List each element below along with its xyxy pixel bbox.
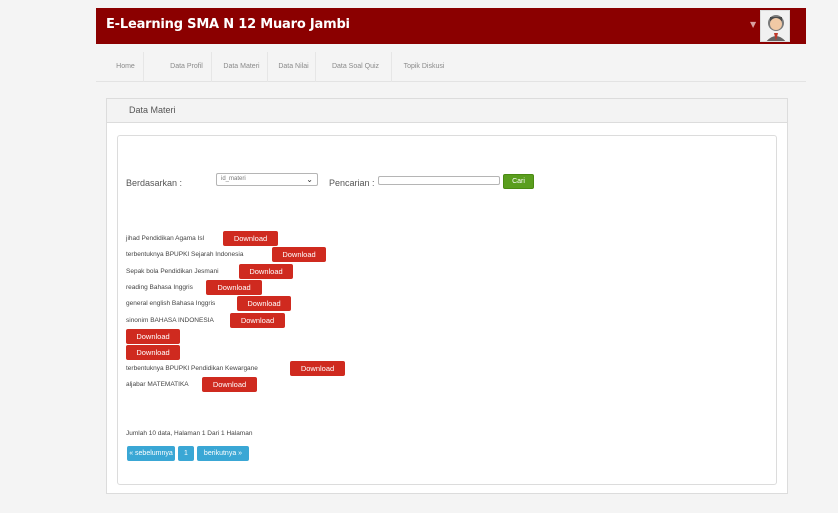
filter-by-label: Berdasarkan : (126, 178, 183, 188)
prev-page-button[interactable]: « sebelumnya (127, 446, 175, 461)
download-button[interactable]: Download (237, 296, 291, 311)
nav-data-materi[interactable]: Data Materi (216, 52, 268, 82)
nav-topik-diskusi[interactable]: Topik Diskusi (396, 52, 452, 82)
download-button[interactable]: Download (202, 377, 257, 392)
download-button[interactable]: Download (290, 361, 345, 376)
download-button[interactable]: Download (206, 280, 262, 295)
app-title[interactable]: E-Learning SMA N 12 Muaro Jambi (106, 17, 350, 32)
nav-data-soal-quiz[interactable]: Data Soal Quiz (320, 52, 392, 82)
data-summary: Jumlah 10 data, Halaman 1 Dari 1 Halaman (126, 430, 253, 437)
top-header: E-Learning SMA N 12 Muaro Jambi ▼ (96, 8, 806, 44)
materi-text: aljabar MATEMATIKA (126, 381, 189, 388)
download-button[interactable]: Download (223, 231, 278, 246)
download-button[interactable]: Download (230, 313, 285, 328)
materi-text: terbentuknya BPUPKI Pendidikan Kewargane (126, 365, 258, 372)
search-label: Pencarian : (329, 178, 375, 188)
main-nav: Home Data Profil Data Materi Data Nilai … (96, 52, 806, 82)
filter-select-value: id_materi (221, 176, 246, 182)
materi-text: reading Bahasa Inggris (126, 284, 193, 291)
download-button[interactable]: Download (126, 329, 180, 344)
nav-home[interactable]: Home (108, 52, 144, 82)
download-button[interactable]: Download (272, 247, 326, 262)
materi-text: Sepak bola Pendidikan Jesmani (126, 268, 219, 275)
download-button[interactable]: Download (126, 345, 180, 360)
materi-text: terbentuknya BPUPKI Sejarah Indonesia (126, 251, 244, 258)
avatar[interactable] (760, 10, 790, 42)
panel-header: Data Materi (107, 99, 787, 123)
chevron-down-icon: ⌄ (306, 175, 313, 184)
nav-data-nilai[interactable]: Data Nilai (272, 52, 316, 82)
nav-data-profil[interactable]: Data Profil (162, 52, 212, 82)
materi-text: general english Bahasa Inggris (126, 300, 216, 307)
search-button[interactable]: Cari (503, 174, 534, 189)
chevron-down-icon[interactable]: ▼ (750, 20, 756, 29)
page-number-button[interactable]: 1 (178, 446, 194, 461)
search-input[interactable] (378, 176, 500, 185)
materi-text: jihad Pendidikan Agama Isl (126, 235, 205, 242)
filter-select[interactable]: id_materi ⌄ (216, 173, 318, 186)
panel-title: Data Materi (129, 105, 176, 115)
materi-text: sinonim BAHASA INDONESIA (126, 317, 214, 324)
next-page-button[interactable]: berikutnya » (197, 446, 249, 461)
materi-content: Berdasarkan : id_materi ⌄ Pencarian : Ca… (117, 135, 777, 485)
download-button[interactable]: Download (239, 264, 293, 279)
materi-panel: Data Materi Berdasarkan : id_materi ⌄ Pe… (106, 98, 788, 494)
